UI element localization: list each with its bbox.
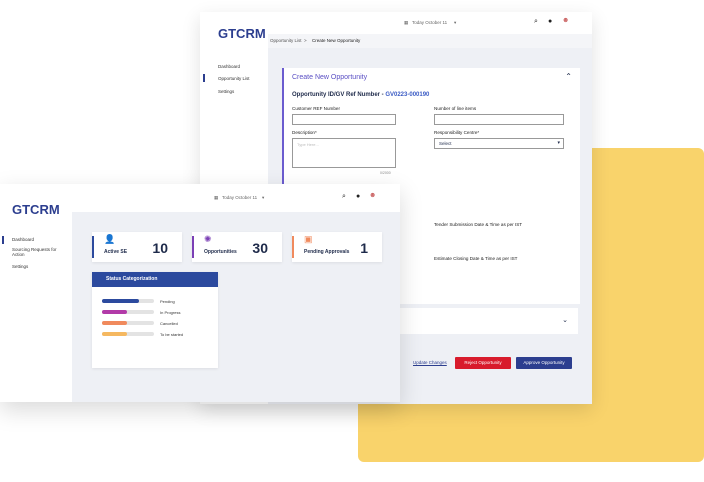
nav-dashboard[interactable]: Dashboard <box>12 237 34 242</box>
chevron-down-icon[interactable]: ▾ <box>262 195 264 201</box>
top-bar: ▦ Today October 11 ▾ ⌕ ● ☻ <box>268 12 592 34</box>
responsibility-label: Responsibility Centre* <box>434 130 480 135</box>
status-label: To be started <box>160 331 184 337</box>
approval-icon: ▣ <box>304 234 313 244</box>
breadcrumb: Opportunity List > Create New Opportunit… <box>268 34 592 48</box>
bell-icon[interactable]: ● <box>548 18 552 25</box>
active-nav-indicator <box>203 74 205 82</box>
status-bar-fill <box>102 332 127 336</box>
char-count: 0/2000 <box>380 171 391 175</box>
app-logo: GTCRM <box>218 26 266 41</box>
tender-date-label: Tender Submission Date & Time as per IST <box>434 222 523 227</box>
status-bar <box>102 332 154 336</box>
status-bar <box>102 299 154 303</box>
reject-opportunity-button[interactable]: Reject Opportunity <box>455 357 511 369</box>
status-bar-fill <box>102 321 127 325</box>
description-placeholder: Type Here... <box>297 142 319 147</box>
main-content: 👤 Active SE 10 ✺ Opportunities 30 ▣ Pend… <box>72 212 400 402</box>
status-categorization-card: Status Categorization Pending In Progress… <box>92 272 218 368</box>
date-picker[interactable]: Today October 11 <box>412 20 447 25</box>
customer-ref-input[interactable] <box>292 114 396 125</box>
nav-dashboard[interactable]: Dashboard <box>218 64 240 69</box>
dashboard-window: GTCRM Dashboard Sourcing Requests for Ac… <box>0 184 400 402</box>
stat-label: Active SE <box>104 249 128 255</box>
status-bar <box>102 321 154 325</box>
stat-value: 1 <box>360 240 368 256</box>
responsibility-select[interactable]: Select ▾ <box>434 138 564 149</box>
select-value: Select <box>439 141 452 146</box>
stat-card-active-se[interactable]: 👤 Active SE 10 <box>92 232 182 262</box>
accent-bar <box>292 236 294 258</box>
nav-settings[interactable]: Settings <box>12 264 28 269</box>
avatar[interactable]: ☻ <box>369 192 376 199</box>
ref-label: Opportunity ID/GV Ref Number - <box>292 92 386 98</box>
card-title: Create New Opportunity <box>292 74 368 81</box>
status-bar-fill <box>102 299 140 303</box>
status-label: Pending <box>160 298 175 304</box>
nav-opportunity-list[interactable]: Opportunity List <box>218 76 250 81</box>
description-label: Description* <box>292 130 317 135</box>
active-nav-indicator <box>2 236 4 244</box>
stat-card-opportunities[interactable]: ✺ Opportunities 30 <box>192 232 282 262</box>
bell-icon[interactable]: ● <box>356 193 360 200</box>
nav-settings[interactable]: Settings <box>218 89 234 94</box>
description-textarea[interactable]: Type Here... <box>292 138 396 168</box>
closing-date-label: Estimate Closing Date & Time as per IST <box>434 256 518 261</box>
line-items-input[interactable] <box>434 114 564 125</box>
app-logo: GTCRM <box>12 202 60 217</box>
breadcrumb-parent[interactable]: Opportunity List <box>270 38 302 43</box>
status-bar-fill <box>102 310 127 314</box>
breadcrumb-current: Create New Opportunity <box>312 38 361 43</box>
line-items-label: Number of line items <box>434 106 477 111</box>
chevron-down-icon[interactable]: ⌄ <box>562 316 568 324</box>
customer-ref-label: Customer REF Number <box>292 106 340 111</box>
chevron-down-icon[interactable]: ▾ <box>454 20 456 26</box>
status-bar <box>102 310 154 314</box>
nav-sourcing-requests[interactable]: Sourcing Requests for Action <box>12 247 64 257</box>
breadcrumb-separator: > <box>304 38 307 43</box>
search-icon[interactable]: ⌕ <box>534 18 538 26</box>
stat-value: 30 <box>252 240 268 256</box>
search-icon[interactable]: ⌕ <box>342 193 346 201</box>
date-picker[interactable]: Today October 11 <box>222 195 257 200</box>
opportunity-icon: ✺ <box>204 234 212 244</box>
stat-value: 10 <box>152 240 168 256</box>
chevron-up-icon[interactable]: ⌃ <box>565 72 572 81</box>
top-bar: ▦ Today October 11 ▾ ⌕ ● ☻ <box>72 184 400 212</box>
chevron-down-icon: ▾ <box>557 140 560 146</box>
avatar[interactable]: ☻ <box>562 17 569 24</box>
sidebar: GTCRM Dashboard Sourcing Requests for Ac… <box>0 184 72 402</box>
calendar-icon: ▦ <box>214 195 219 200</box>
stat-label: Opportunities <box>204 249 237 255</box>
accent-bar <box>92 236 94 258</box>
calendar-icon: ▦ <box>404 20 409 25</box>
user-icon: 👤 <box>104 234 116 244</box>
status-label: In Progress <box>160 309 181 315</box>
stat-label: Pending Approvals <box>304 249 350 255</box>
approve-opportunity-button[interactable]: Approve Opportunity <box>516 357 572 369</box>
status-label: Cancelled <box>160 320 178 326</box>
ref-value: GV0223-000190 <box>385 92 430 98</box>
status-card-title: Status Categorization <box>92 272 218 287</box>
update-changes-link[interactable]: Update Changes <box>413 360 447 365</box>
accent-bar <box>192 236 194 258</box>
stat-card-pending-approvals[interactable]: ▣ Pending Approvals 1 <box>292 232 382 262</box>
